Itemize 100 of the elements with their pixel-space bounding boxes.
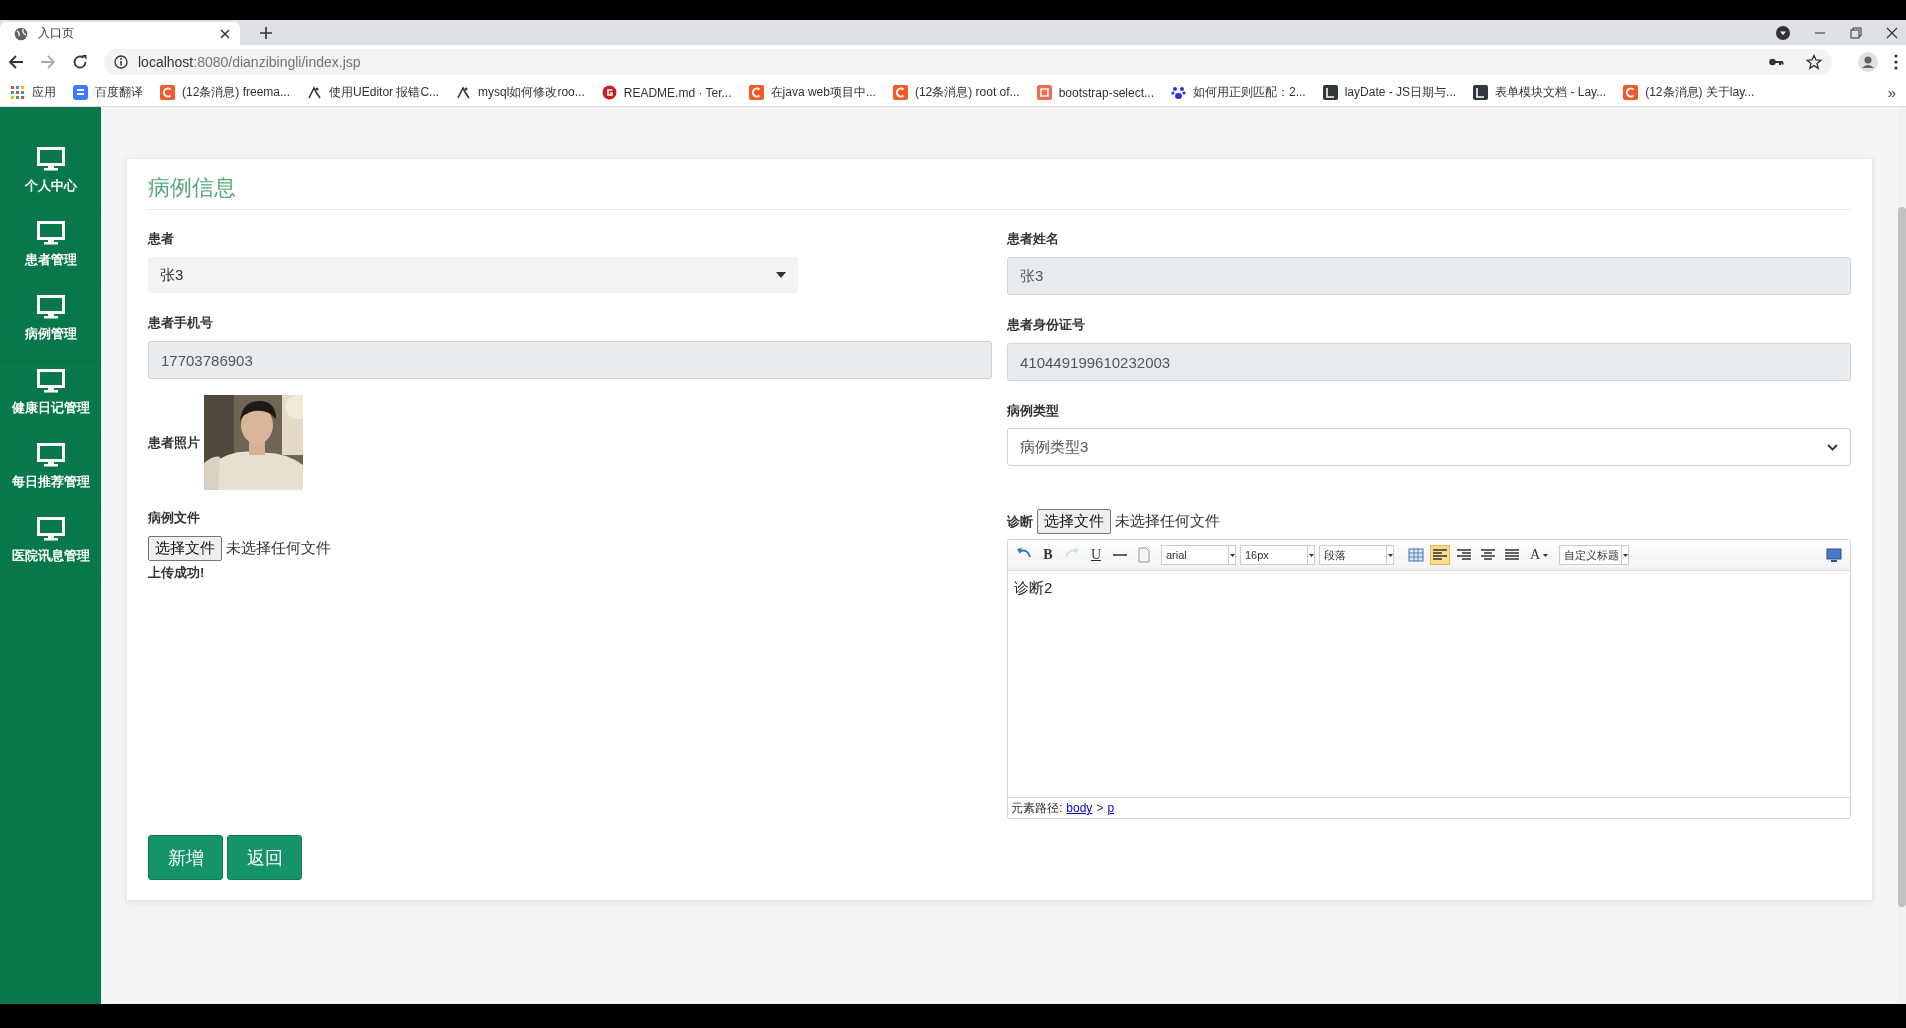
caret-icon	[1387, 553, 1393, 557]
scrollbar[interactable]	[1898, 107, 1906, 1004]
path-separator: >	[1096, 801, 1104, 815]
field-label: 患者	[148, 230, 174, 248]
monitor-icon[interactable]	[1826, 547, 1842, 563]
table-icon[interactable]	[1408, 547, 1424, 563]
toolbar-select[interactable]: 段落	[1319, 545, 1394, 565]
close-icon[interactable]	[1886, 26, 1898, 39]
choose-file-button[interactable]: 选择文件	[148, 536, 222, 561]
toolbar-select[interactable]: 自定义标题	[1559, 545, 1629, 565]
field-label: 患者身份证号	[1007, 316, 1085, 334]
bookmark[interactable]: 表单模块文档 - Lay...	[1473, 84, 1607, 101]
g-logo-icon	[601, 85, 617, 100]
restore-icon[interactable]	[1850, 26, 1862, 39]
bookmark[interactable]: bootstrap-select...	[1036, 85, 1154, 100]
form-button[interactable]: 返回	[227, 835, 302, 880]
bookmark[interactable]: 在java web项目中...	[748, 84, 876, 101]
align-center-icon[interactable]	[1480, 547, 1496, 563]
path-link[interactable]: p	[1107, 801, 1115, 815]
choose-file-button[interactable]: 选择文件	[1037, 509, 1111, 534]
file-status: 未选择任何文件	[226, 539, 331, 558]
monitor-icon	[36, 443, 65, 467]
back-icon[interactable]	[8, 54, 24, 70]
editor-text: 诊断2	[1013, 578, 1054, 598]
field-label: 患者姓名	[1007, 230, 1059, 248]
monitor-icon	[36, 147, 65, 171]
bookmark[interactable]: 百度翻译	[73, 84, 143, 101]
star-icon[interactable]	[1806, 54, 1822, 70]
bookmark[interactable]: (12条消息) root of...	[892, 84, 1020, 101]
monitor-icon	[36, 369, 65, 393]
l-logo-icon	[1322, 85, 1338, 100]
info-icon	[114, 55, 128, 69]
more-bookmarks-button[interactable]: »	[1887, 84, 1896, 101]
field-label: 患者手机号	[148, 314, 213, 332]
monitor-icon	[36, 221, 65, 245]
bookmark[interactable]: 应用	[10, 84, 56, 101]
select-field[interactable]: 张3	[148, 257, 798, 293]
menu-icon[interactable]	[1894, 54, 1898, 70]
c-logo-icon	[892, 85, 908, 100]
upload-message: 上传成功!	[148, 564, 205, 582]
bold-button[interactable]: B	[1038, 545, 1058, 565]
apps-grid-icon	[10, 85, 25, 100]
align-right-icon[interactable]	[1456, 547, 1472, 563]
bird-icon	[307, 85, 323, 100]
caret-icon	[1229, 553, 1235, 557]
monitor-icon	[36, 517, 65, 541]
path-label: 元素路径:	[1011, 799, 1063, 817]
bookmark[interactable]: mysql如何修改roo...	[456, 84, 585, 101]
bookmark[interactable]: (12条消息) freema...	[160, 84, 291, 101]
sidebar-item[interactable]: 每日推荐管理	[0, 435, 101, 509]
section-title: 病例信息	[148, 159, 1851, 210]
sidebar-item[interactable]: 健康日记管理	[0, 361, 101, 435]
bird-icon	[456, 85, 472, 100]
justify-icon[interactable]	[1504, 547, 1520, 563]
sidebar-item[interactable]: 病例管理	[0, 287, 101, 361]
select-field[interactable]: 病例类型3	[1007, 428, 1851, 466]
bookmark[interactable]: README.md · Ter...	[601, 85, 732, 100]
field-label: 病例文件	[148, 509, 200, 527]
square-logo-icon	[1036, 85, 1052, 100]
input-field[interactable]: 张3	[1007, 257, 1851, 295]
toolbar-select[interactable]: 16px	[1240, 545, 1315, 565]
l-logo-icon	[1473, 85, 1489, 100]
c-logo-icon	[1623, 85, 1639, 100]
sidebar-item[interactable]: 个人中心	[0, 139, 101, 213]
file-status: 未选择任何文件	[1115, 512, 1220, 531]
underline-button[interactable]: U	[1086, 545, 1106, 565]
reload-icon[interactable]	[72, 54, 88, 70]
globe-icon	[14, 26, 28, 41]
input-field[interactable]: 17703786903	[148, 341, 992, 379]
url-text[interactable]: localhost:8080/dianzibingli/index.jsp	[138, 54, 361, 70]
chevron-icon	[1827, 443, 1838, 451]
plus-icon[interactable]	[260, 27, 272, 39]
caret-icon	[1622, 553, 1628, 557]
form-button[interactable]: 新增	[148, 835, 223, 880]
monitor-icon	[36, 295, 65, 319]
toolbar-select[interactable]: arial	[1161, 545, 1236, 565]
translate-icon	[73, 85, 88, 100]
dropdown-icon[interactable]	[1776, 25, 1790, 40]
caret-icon	[775, 272, 786, 278]
caret-icon	[1308, 553, 1314, 557]
input-field[interactable]: 410449199610232003	[1007, 343, 1851, 381]
scroll-thumb[interactable]	[1898, 207, 1906, 907]
paw-icon	[1171, 85, 1186, 100]
sidebar-item[interactable]: 医院讯息管理	[0, 509, 101, 583]
bookmark[interactable]: 如何用正则匹配：2...	[1171, 84, 1306, 101]
sidebar-item[interactable]: 患者管理	[0, 213, 101, 287]
bookmark[interactable]: layDate - JS日期与...	[1322, 84, 1457, 101]
profile-icon[interactable]	[1858, 52, 1878, 72]
field-label: 诊断	[1007, 512, 1033, 531]
caret-icon	[1543, 553, 1549, 557]
bookmark[interactable]: (12条消息) 关于lay...	[1623, 84, 1755, 101]
c-logo-icon	[748, 85, 764, 100]
field-label: 病例类型	[1007, 402, 1059, 420]
field-label: 患者照片	[148, 433, 200, 452]
font-color-button[interactable]: A	[1526, 545, 1552, 565]
close-icon[interactable]	[220, 28, 230, 39]
browser-tab[interactable]: 入口页	[0, 22, 240, 45]
bookmark[interactable]: 使用UEditor 报错C...	[307, 84, 440, 101]
c-logo-icon	[160, 85, 175, 100]
path-link[interactable]: body	[1066, 801, 1093, 815]
